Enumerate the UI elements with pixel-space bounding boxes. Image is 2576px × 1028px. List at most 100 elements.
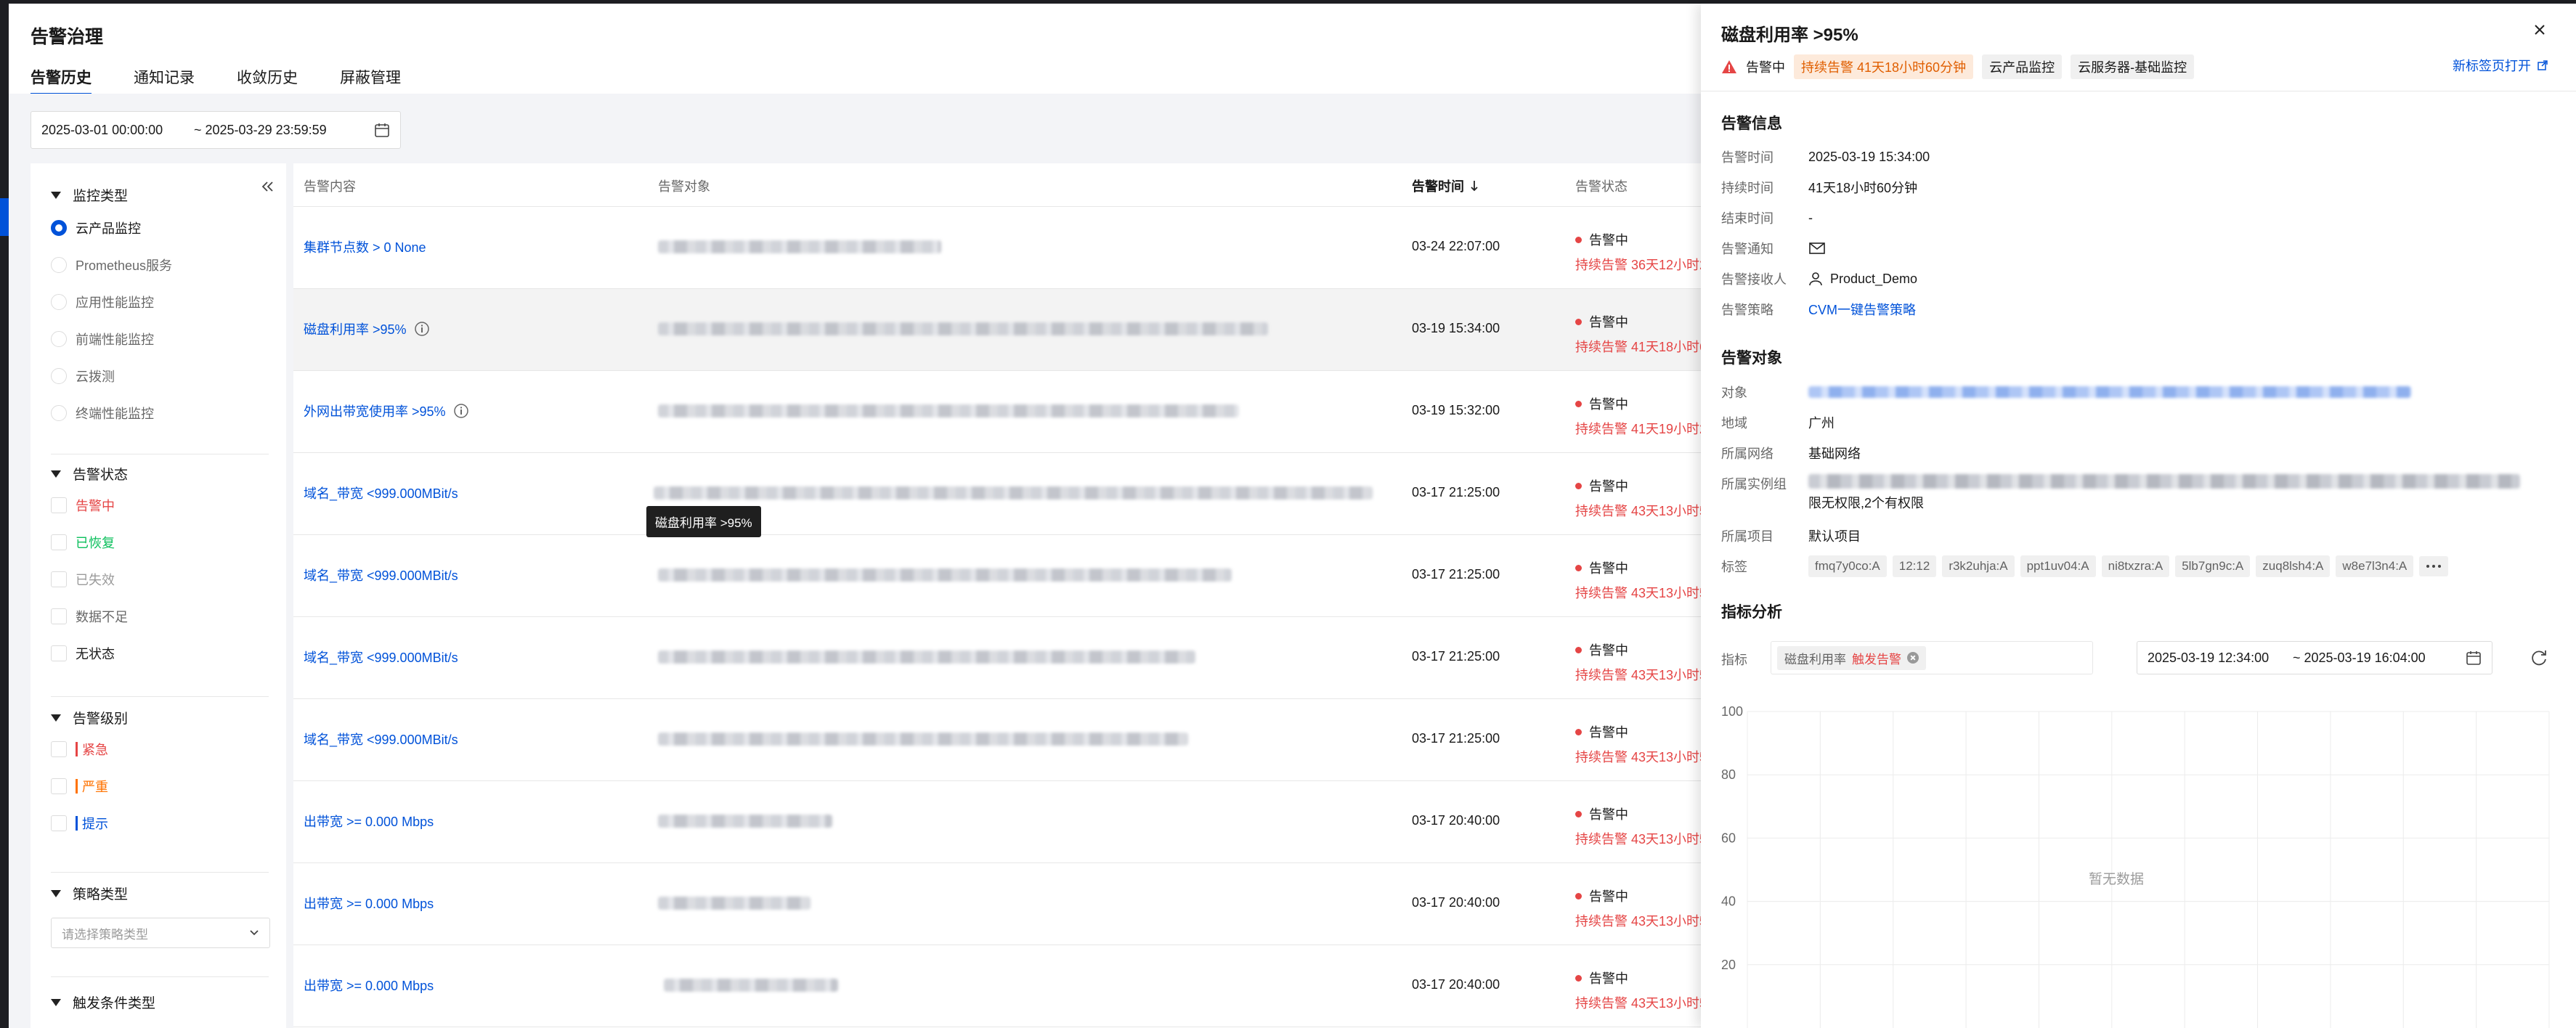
alarm-content-link[interactable]: 外网出带宽使用率 >95% xyxy=(304,401,469,420)
table-row[interactable]: 外网出带宽使用率 >95% 03-19 15:32:00 告警中 持续告警 41天19… xyxy=(293,371,1702,453)
mail-icon[interactable] xyxy=(1808,241,1826,256)
metric-select[interactable]: 磁盘利用率 触发告警 xyxy=(1771,641,2093,674)
alarm-status-line: 告警中 xyxy=(1575,476,1702,495)
alarm-content-link[interactable]: 出带宽 >= 0.000 Mbps xyxy=(304,812,434,831)
checkbox[interactable] xyxy=(51,815,67,831)
alarm-content-link[interactable]: 域名_带宽 <999.000MBit/s xyxy=(304,648,458,666)
radio-option[interactable]: 前端性能监控 xyxy=(51,320,172,357)
table-row[interactable]: 磁盘利用率 >95% 03-19 15:34:00 告警中 持续告警 41天18小时6… xyxy=(293,289,1702,371)
duration-tag: 持续告警 41天18小时60分钟 xyxy=(1794,54,1974,79)
radio[interactable] xyxy=(51,256,67,273)
checkbox-label: 提示 xyxy=(82,816,108,831)
collapse-double-left-icon[interactable] xyxy=(259,178,276,195)
radio[interactable] xyxy=(51,293,67,310)
alarm-duration: 持续告警 43天13小时5 xyxy=(1575,996,1702,1011)
filter-policy-type-header[interactable]: 策略类型 xyxy=(51,884,270,903)
refresh-icon[interactable] xyxy=(2530,648,2548,667)
level-option-urgent[interactable]: 紧急 xyxy=(51,730,128,767)
status-option-none[interactable]: 无状态 xyxy=(51,635,128,672)
alarm-table: 告警内容 告警对象 告警时间 告警状态 集群节点数 > 0 None 03-24 … xyxy=(293,163,1702,1028)
warning-icon xyxy=(1722,60,1736,73)
level-option-serious[interactable]: 严重 xyxy=(51,767,128,804)
status-option-insufficient[interactable]: 数据不足 xyxy=(51,597,128,635)
close-icon[interactable] xyxy=(2531,21,2548,38)
column-header-time-label: 告警时间 xyxy=(1412,179,1464,194)
checkbox[interactable] xyxy=(51,534,67,550)
filter-monitor-type-title: 监控类型 xyxy=(73,189,129,204)
date-range-picker[interactable]: 2025-03-01 00:00:00 ~ 2025-03-29 23:59:5… xyxy=(31,111,401,149)
column-header-content: 告警内容 xyxy=(304,179,356,194)
table-row[interactable]: 集群节点数 > 0 None 03-24 22:07:00 告警中 持续告警 36天1… xyxy=(293,207,1702,289)
status-option-alarming[interactable]: 告警中 xyxy=(51,486,128,523)
table-row[interactable]: 域名_带宽 <999.000MBit/s 03-17 21:25:00 告警中 持续告… xyxy=(293,617,1702,699)
checkbox[interactable] xyxy=(51,571,67,587)
calendar-icon xyxy=(2466,651,2481,665)
tab-convergence-history[interactable]: 收敛历史 xyxy=(237,66,298,95)
level-option-hint[interactable]: 提示 xyxy=(51,804,128,841)
tab-shield-management[interactable]: 屏蔽管理 xyxy=(340,66,401,95)
alarm-content-link[interactable]: 出带宽 >= 0.000 Mbps xyxy=(304,894,434,913)
filter-alarm-status-header[interactable]: 告警状态 xyxy=(51,464,128,484)
filter-alarm-level-header[interactable]: 告警级别 xyxy=(51,708,128,727)
alarm-content-link[interactable]: 磁盘利用率 >95% xyxy=(304,319,430,338)
radio-option[interactable]: 终端性能监控 xyxy=(51,394,172,431)
metric-chip-label: 磁盘利用率 xyxy=(1784,652,1846,666)
radio-option[interactable]: 云拨测 xyxy=(51,357,172,394)
alarm-content-label: 出带宽 >= 0.000 Mbps xyxy=(304,897,434,911)
column-header-time[interactable]: 告警时间 xyxy=(1412,176,1479,195)
y-tick-label: 100 xyxy=(1721,704,1743,719)
status-option-invalid[interactable]: 已失效 xyxy=(51,560,128,597)
radio-checked[interactable] xyxy=(51,219,67,236)
table-row[interactable]: 出带宽 >= 0.000 Mbps 03-17 20:40:00 告警中 持续告警 4… xyxy=(293,781,1702,863)
open-in-new-tab-link[interactable]: 新标签页打开 xyxy=(2453,56,2548,75)
alarm-content-label: 域名_带宽 <999.000MBit/s xyxy=(304,650,458,665)
filter-monitor-type-header[interactable]: 监控类型 xyxy=(51,185,172,205)
checkbox[interactable] xyxy=(51,741,67,757)
alarm-status-line: 告警中 xyxy=(1575,312,1702,331)
chip-remove-icon[interactable] xyxy=(1907,652,1919,664)
status-dot xyxy=(1575,646,1582,653)
radio[interactable] xyxy=(51,367,67,384)
alarm-content-link[interactable]: 域名_带宽 <999.000MBit/s xyxy=(304,566,458,584)
open-in-new-tab-label: 新标签页打开 xyxy=(2453,59,2531,73)
table-row[interactable]: 域名_带宽 <999.000MBit/s 03-17 21:25:00 告警中 持续告… xyxy=(293,699,1702,781)
radio-label: Prometheus服务 xyxy=(76,258,173,273)
checkbox[interactable] xyxy=(51,497,67,513)
alarm-content-link[interactable]: 出带宽 >= 0.000 Mbps xyxy=(304,976,434,995)
info-icon[interactable] xyxy=(453,403,469,419)
metric-date-range-picker[interactable]: 2025-03-19 12:34:00 ~ 2025-03-19 16:04:0… xyxy=(2137,641,2492,674)
tab-notify-records[interactable]: 通知记录 xyxy=(134,66,195,95)
radio-option[interactable]: 应用性能监控 xyxy=(51,283,172,320)
tab-alarm-history[interactable]: 告警历史 xyxy=(31,66,92,95)
alarm-content-link[interactable]: 域名_带宽 <999.000MBit/s xyxy=(304,730,458,748)
policy-type-select[interactable]: 请选择策略类型 xyxy=(51,918,270,948)
checkbox[interactable] xyxy=(51,645,67,661)
column-header-object: 告警对象 xyxy=(658,179,710,194)
alarm-status-label: 告警中 xyxy=(1589,561,1628,576)
table-row[interactable]: 域名_带宽 <999.000MBit/s 03-17 21:25:00 告警中 持续告… xyxy=(293,535,1702,617)
table-row[interactable]: 域名_带宽 <999.000MBit/s 03-17 21:25:00 告警中 持续告… xyxy=(293,453,1702,535)
checkbox[interactable] xyxy=(51,778,67,794)
table-row[interactable]: 出带宽 >= 0.000 Mbps 03-17 20:40:00 告警中 持续告警 4… xyxy=(293,863,1702,945)
policy-link[interactable]: CVM一键告警策略 xyxy=(1808,300,1916,319)
status-option-recovered[interactable]: 已恢复 xyxy=(51,523,128,560)
info-icon[interactable] xyxy=(414,321,430,337)
alarm-content-link[interactable]: 域名_带宽 <999.000MBit/s xyxy=(304,484,458,502)
filter-trigger-type-header[interactable]: 触发条件类型 xyxy=(51,992,155,1012)
radio-option[interactable]: 云产品监控 xyxy=(51,209,172,246)
resource-tag: fmq7y0co:A xyxy=(1808,555,1887,577)
alarm-content-link[interactable]: 集群节点数 > 0 None xyxy=(304,237,426,256)
table-row[interactable]: 出带宽 >= 0.000 Mbps 03-17 20:40:00 告警中 持续告警 4… xyxy=(293,945,1702,1027)
more-tags-button[interactable] xyxy=(2419,556,2449,576)
radio[interactable] xyxy=(51,330,67,347)
alarm-status-line: 告警中 xyxy=(1575,722,1702,741)
object-value-redacted[interactable] xyxy=(1808,383,2411,401)
radio[interactable] xyxy=(51,404,67,421)
checkbox[interactable] xyxy=(51,608,67,624)
filter-alarm-status-title: 告警状态 xyxy=(73,468,129,483)
external-link-icon xyxy=(2538,60,2548,70)
group-note: 限无权限,2个有权限 xyxy=(1808,496,1925,510)
radio-option[interactable]: Prometheus服务 xyxy=(51,246,172,283)
sort-down-icon[interactable] xyxy=(1470,180,1479,192)
object-value: 默认项目 xyxy=(1808,529,1861,544)
